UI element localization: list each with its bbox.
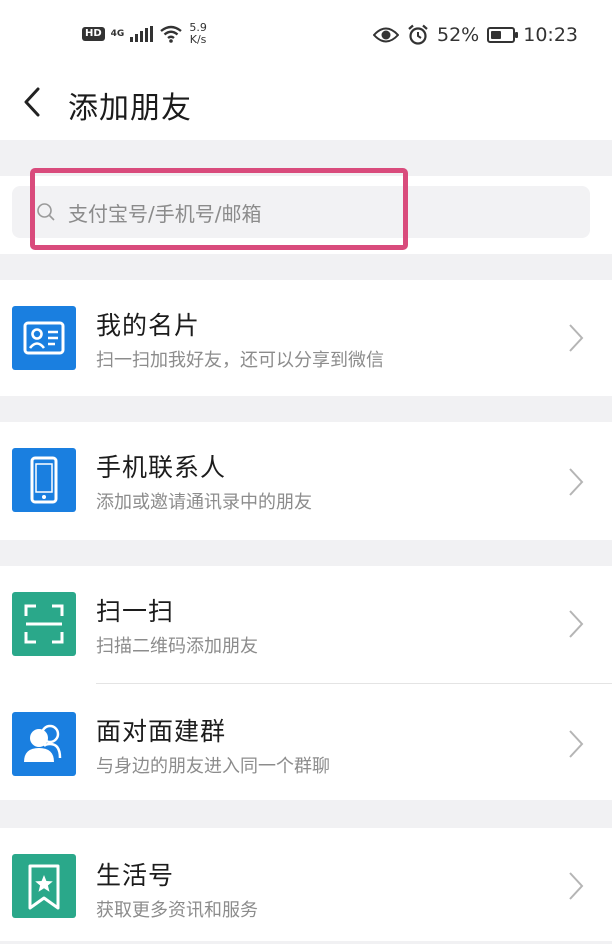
eye-icon [373, 27, 399, 43]
item-subtitle: 添加或邀请通讯录中的朋友 [96, 492, 312, 513]
signal-icon [130, 26, 154, 42]
card-scan-group: 扫一扫 扫描二维码添加朋友 面对面建群 与身边的朋友进入同一个群聊 [0, 566, 612, 800]
clock: 10:23 [523, 24, 578, 46]
contact-card-icon [12, 306, 76, 370]
chevron-right-icon [569, 872, 584, 900]
battery-percent: 52% [437, 24, 480, 46]
speed-unit: K/s [189, 33, 207, 46]
card-phone-contacts: 手机联系人 添加或邀请通讯录中的朋友 [0, 422, 612, 540]
status-bar: HD 4G 5.9 K/s 52% 10:23 [0, 0, 612, 72]
network-type: 4G [110, 29, 125, 39]
group-icon [12, 712, 76, 776]
page-title: 添加朋友 [68, 91, 192, 126]
battery-fill [491, 31, 502, 39]
item-subtitle: 获取更多资讯和服务 [96, 900, 258, 921]
item-subtitle: 与身边的朋友进入同一个群聊 [96, 756, 330, 777]
item-title: 生活号 [96, 861, 175, 890]
star-bookmark-icon [12, 854, 76, 918]
status-left: HD 4G 5.9 K/s [82, 22, 207, 46]
item-phone-contacts[interactable]: 手机联系人 添加或邀请通讯录中的朋友 [0, 422, 612, 538]
item-subtitle: 扫描二维码添加朋友 [96, 636, 258, 657]
network-speed: 5.9 K/s [189, 22, 207, 46]
chevron-right-icon [569, 324, 584, 352]
alarm-icon [408, 24, 428, 45]
wifi-icon [160, 25, 183, 43]
item-title: 扫一扫 [96, 597, 175, 626]
search-icon [37, 203, 55, 221]
item-scan[interactable]: 扫一扫 扫描二维码添加朋友 [0, 566, 612, 682]
back-arrow-icon[interactable] [18, 86, 50, 118]
search-placeholder: 支付宝号/手机号/邮箱 [68, 202, 262, 226]
item-title: 面对面建群 [96, 717, 227, 746]
scan-icon [12, 592, 76, 656]
chevron-right-icon [569, 468, 584, 496]
item-my-card[interactable]: 我的名片 扫一扫加我好友，还可以分享到微信 [0, 280, 612, 396]
item-face-to-face-group[interactable]: 面对面建群 与身边的朋友进入同一个群聊 [0, 684, 612, 800]
battery-icon [487, 27, 519, 43]
item-life-account[interactable]: 生活号 获取更多资讯和服务 [0, 828, 612, 944]
item-title: 我的名片 [96, 311, 201, 340]
item-title: 手机联系人 [96, 453, 227, 482]
card-my-card: 我的名片 扫一扫加我好友，还可以分享到微信 [0, 280, 612, 396]
card-life-account: 生活号 获取更多资讯和服务 [0, 828, 612, 941]
hd-badge: HD [82, 27, 105, 41]
item-subtitle: 扫一扫加我好友，还可以分享到微信 [96, 350, 384, 371]
nav-header: 添加朋友 [0, 72, 612, 140]
status-right: 52% 10:23 [373, 24, 578, 46]
chevron-right-icon [569, 730, 584, 758]
phone-icon [12, 448, 76, 512]
chevron-right-icon [569, 610, 584, 638]
search-section: 支付宝号/手机号/邮箱 [0, 176, 612, 254]
search-input[interactable]: 支付宝号/手机号/邮箱 [12, 186, 590, 238]
